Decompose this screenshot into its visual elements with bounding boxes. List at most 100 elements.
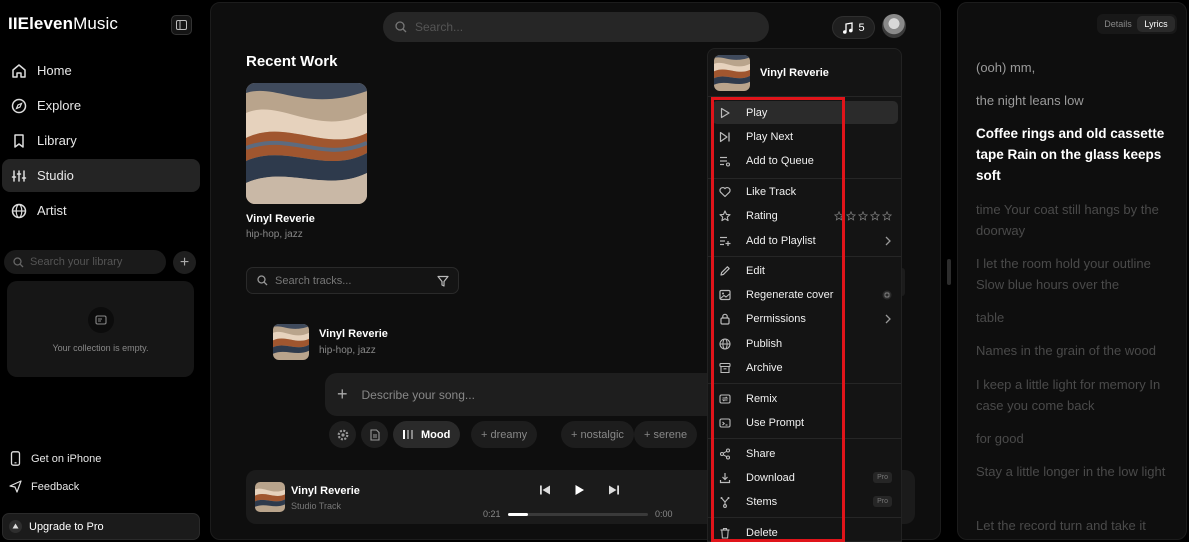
track-search-placeholder: Search tracks... — [275, 274, 352, 287]
menu-item-like-track[interactable]: Like Track — [712, 180, 898, 203]
star-icon — [718, 209, 732, 223]
feedback-link[interactable]: Feedback — [9, 480, 79, 493]
tag-chip-nostalgic[interactable]: + nostalgic — [561, 421, 634, 448]
song-prompt-input[interactable]: + Describe your song... — [325, 373, 725, 416]
menu-item-label: Like Track — [746, 185, 797, 198]
plus-icon[interactable]: + — [337, 384, 348, 405]
tag-chip-label: + nostalgic — [571, 428, 624, 441]
rating-star-3[interactable] — [858, 210, 868, 221]
upgrade-icon — [9, 520, 22, 533]
menu-item-share[interactable]: Share — [712, 442, 898, 465]
menu-item-regenerate-cover[interactable]: Regenerate cover — [712, 283, 898, 306]
lyric-line-current: Coffee rings and old cassette tape Rain … — [976, 126, 1165, 183]
nav-item-home[interactable]: Home — [2, 54, 200, 87]
upgrade-to-pro-button[interactable]: Upgrade to Pro — [2, 513, 200, 540]
nav-item-library[interactable]: Library — [2, 124, 200, 157]
menu-item-archive[interactable]: Archive — [712, 356, 898, 379]
tab-lyrics[interactable]: Lyrics — [1137, 16, 1175, 32]
context-menu-header: Vinyl Reverie — [714, 55, 829, 91]
lyrics-doc-button[interactable] — [361, 421, 388, 448]
lyric-line: time Your coat still hangs by the doorwa… — [976, 202, 1159, 238]
sidebar-collapse-button[interactable] — [171, 15, 192, 35]
library-search-input[interactable]: Search your library — [4, 250, 166, 274]
menu-item-label: Add to Queue — [746, 154, 814, 167]
menu-item-publish[interactable]: Publish — [712, 332, 898, 355]
recent-work-cover[interactable] — [246, 83, 367, 204]
app-logo[interactable]: IIElevenMusic — [8, 14, 118, 34]
get-on-iphone-label: Get on iPhone — [31, 452, 102, 465]
prompt-placeholder: Describe your song... — [361, 387, 475, 402]
nav-item-label: Artist — [37, 203, 67, 218]
play-icon[interactable] — [573, 484, 585, 496]
tag-chip-serene[interactable]: + serene — [634, 421, 698, 448]
queue-icon — [718, 154, 732, 168]
download-icon — [718, 471, 732, 485]
menu-divider — [708, 383, 901, 384]
recent-work-title[interactable]: Vinyl Reverie — [246, 213, 315, 225]
credits-badge[interactable]: 5 — [832, 16, 875, 39]
plus-icon: + — [179, 253, 190, 271]
image-icon — [718, 288, 732, 302]
menu-item-delete[interactable]: Delete — [712, 521, 898, 542]
menu-item-play[interactable]: Play — [712, 101, 898, 124]
sliders-icon — [10, 167, 28, 185]
filter-icon[interactable] — [437, 275, 449, 287]
nav-item-explore[interactable]: Explore — [2, 89, 200, 122]
nav-item-artist[interactable]: Artist — [2, 194, 200, 227]
menu-item-permissions[interactable]: Permissions — [712, 307, 898, 330]
menu-item-download[interactable]: Download Pro — [712, 466, 898, 489]
menu-divider — [708, 256, 901, 257]
globe-icon — [718, 337, 732, 351]
feedback-label: Feedback — [31, 480, 80, 493]
menu-item-remix[interactable]: Remix — [712, 387, 898, 410]
mood-chip[interactable]: Mood — [393, 421, 461, 448]
rating-star-2[interactable] — [846, 210, 856, 221]
track-cover[interactable] — [273, 324, 309, 360]
rating-star-5[interactable] — [882, 210, 892, 221]
upgrade-label: Upgrade to Pro — [29, 520, 104, 533]
rating-star-4[interactable] — [870, 210, 880, 221]
menu-item-label: Rating — [746, 209, 778, 222]
menu-item-play-next[interactable]: Play Next — [712, 125, 898, 148]
settings-button[interactable] — [329, 421, 356, 448]
player-track-title: Vinyl Reverie — [291, 485, 360, 497]
nav-item-studio[interactable]: Studio — [2, 159, 200, 192]
document-icon — [369, 428, 380, 441]
menu-item-stems[interactable]: Stems Pro — [712, 490, 898, 513]
menu-item-use-prompt[interactable]: Use Prompt — [712, 411, 898, 434]
user-avatar[interactable] — [882, 14, 906, 38]
main-nav: Home Explore Library Studio Artist — [0, 53, 206, 229]
track-title[interactable]: Vinyl Reverie — [319, 328, 388, 340]
global-search-input[interactable]: Search... — [383, 12, 769, 42]
progress-bar[interactable] — [508, 513, 648, 516]
tag-chip-dreamy[interactable]: + dreamy — [471, 421, 538, 448]
rating-stars[interactable] — [834, 204, 892, 227]
menu-item-add-to-queue[interactable]: Add to Queue — [712, 149, 898, 172]
get-on-iphone-link[interactable]: Get on iPhone — [9, 451, 101, 466]
next-icon[interactable] — [608, 484, 620, 496]
menu-item-add-to-playlist[interactable]: Add to Playlist — [712, 229, 898, 252]
player-cover[interactable] — [255, 482, 285, 512]
menu-item-label: Add to Playlist — [746, 234, 816, 247]
menu-item-label: Play Next — [746, 130, 794, 143]
panel-resize-handle[interactable] — [947, 259, 951, 285]
add-to-library-button[interactable]: + — [173, 251, 196, 274]
tag-chip-label: + serene — [644, 428, 688, 441]
pencil-icon — [718, 264, 732, 278]
menu-item-rating[interactable]: Rating — [712, 204, 898, 227]
lyric-line: table — [976, 310, 1005, 325]
album-art — [714, 55, 750, 91]
lyric-line: I keep a little light for memory In case… — [976, 377, 1161, 413]
previous-icon[interactable] — [539, 484, 551, 496]
track-search-input[interactable]: Search tracks... — [246, 267, 459, 294]
menu-track-cover — [714, 55, 750, 91]
gear-icon — [337, 429, 348, 440]
menu-item-edit[interactable]: Edit — [712, 259, 898, 282]
heart-icon — [718, 185, 732, 199]
menu-item-label: Remix — [746, 392, 778, 405]
archive-icon — [718, 361, 732, 375]
nav-item-label: Explore — [37, 98, 82, 113]
tab-details[interactable]: Details — [1099, 16, 1137, 32]
pro-badge-label: Pro — [873, 496, 892, 507]
rating-star-1[interactable] — [834, 210, 844, 221]
